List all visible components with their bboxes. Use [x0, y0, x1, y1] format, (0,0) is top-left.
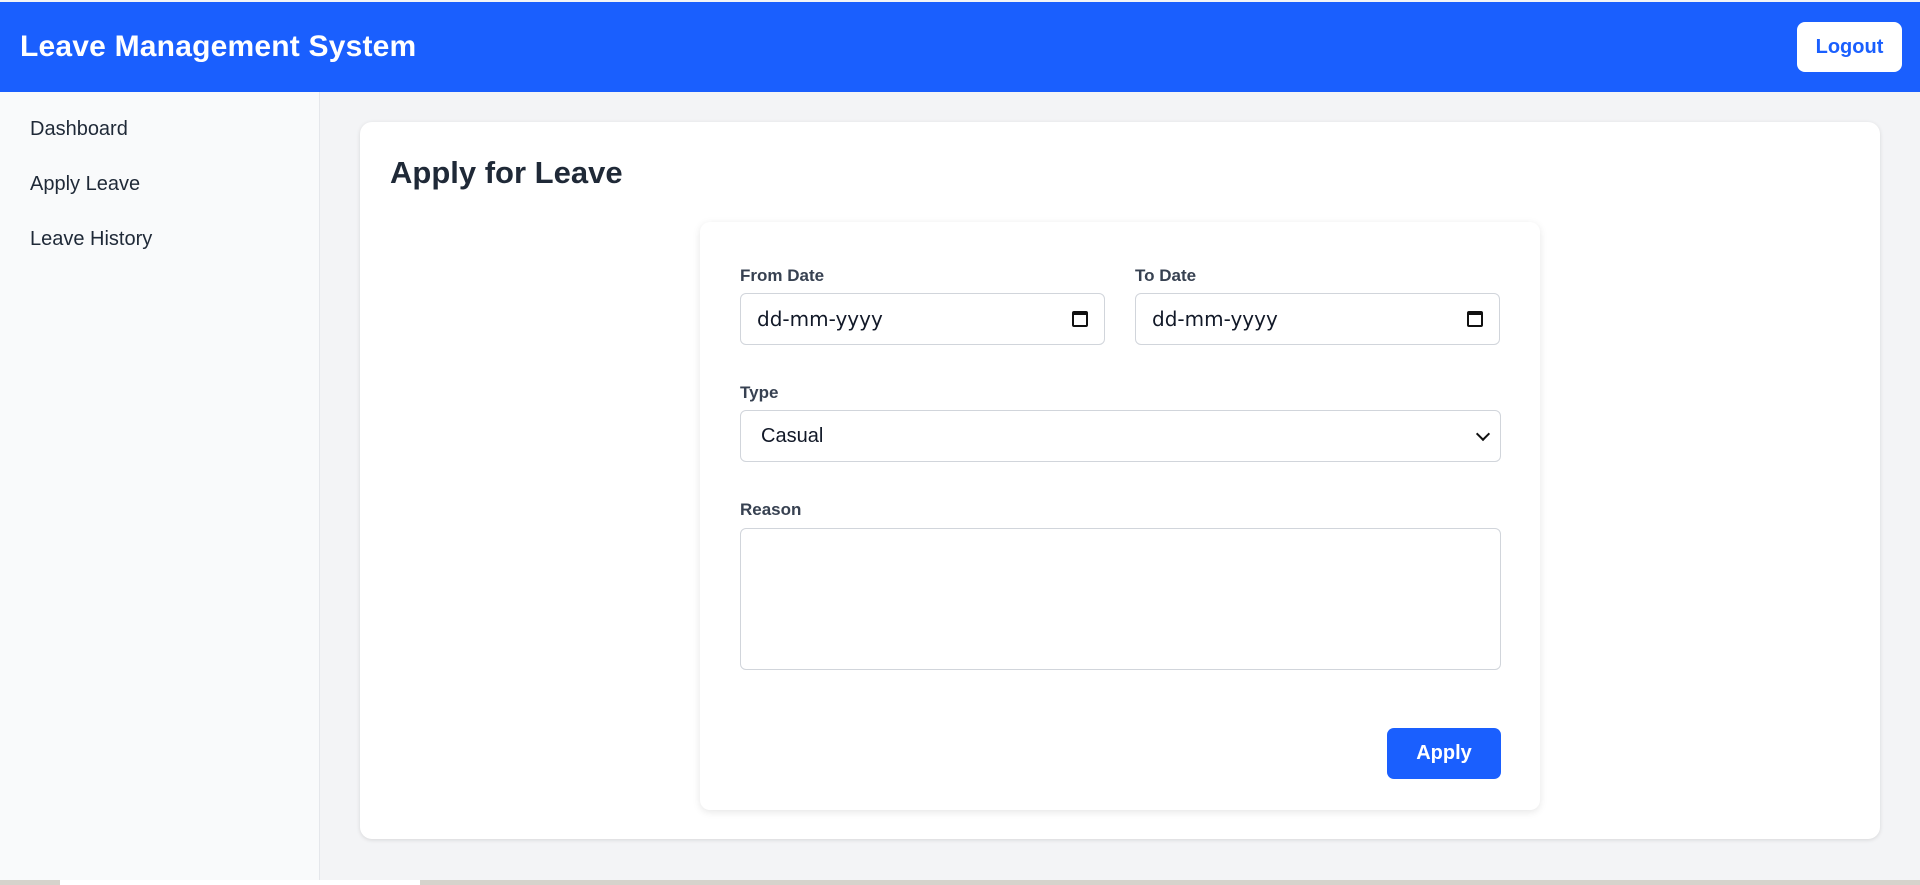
from-date-input[interactable]: dd-mm-yyyy: [740, 293, 1105, 345]
leave-form: From Date dd-mm-yyyy To Date dd-mm-yyyy …: [700, 222, 1540, 810]
top-header: Leave Management System Logout: [0, 2, 1920, 92]
from-date-label: From Date: [740, 266, 825, 285]
logout-button[interactable]: Logout: [1797, 22, 1902, 72]
sidebar-item-dashboard[interactable]: Dashboard: [0, 112, 319, 167]
sidebar-item-apply-leave[interactable]: Apply Leave: [0, 167, 319, 222]
apply-button[interactable]: Apply: [1387, 728, 1501, 779]
main-card: Apply for Leave From Date dd-mm-yyyy To …: [360, 122, 1880, 839]
calendar-icon[interactable]: [1072, 311, 1088, 327]
to-date-input[interactable]: dd-mm-yyyy: [1135, 293, 1500, 345]
to-date-placeholder: dd-mm-yyyy: [1152, 307, 1278, 331]
from-date-placeholder: dd-mm-yyyy: [757, 307, 883, 331]
sidebar: Dashboard Apply Leave Leave History: [0, 92, 320, 881]
app-title: Leave Management System: [20, 30, 417, 63]
calendar-icon[interactable]: [1467, 311, 1483, 327]
taskbar-item: [60, 880, 420, 885]
reason-label: Reason: [740, 500, 802, 519]
chevron-down-icon: [1475, 426, 1491, 441]
type-select[interactable]: Casual: [740, 410, 1501, 462]
to-date-label: To Date: [1135, 266, 1197, 285]
sidebar-item-leave-history[interactable]: Leave History: [0, 222, 319, 277]
type-selected-value: Casual: [761, 424, 824, 447]
page-title: Apply for Leave: [390, 155, 623, 190]
type-label: Type: [740, 383, 779, 402]
reason-textarea[interactable]: [740, 528, 1501, 670]
